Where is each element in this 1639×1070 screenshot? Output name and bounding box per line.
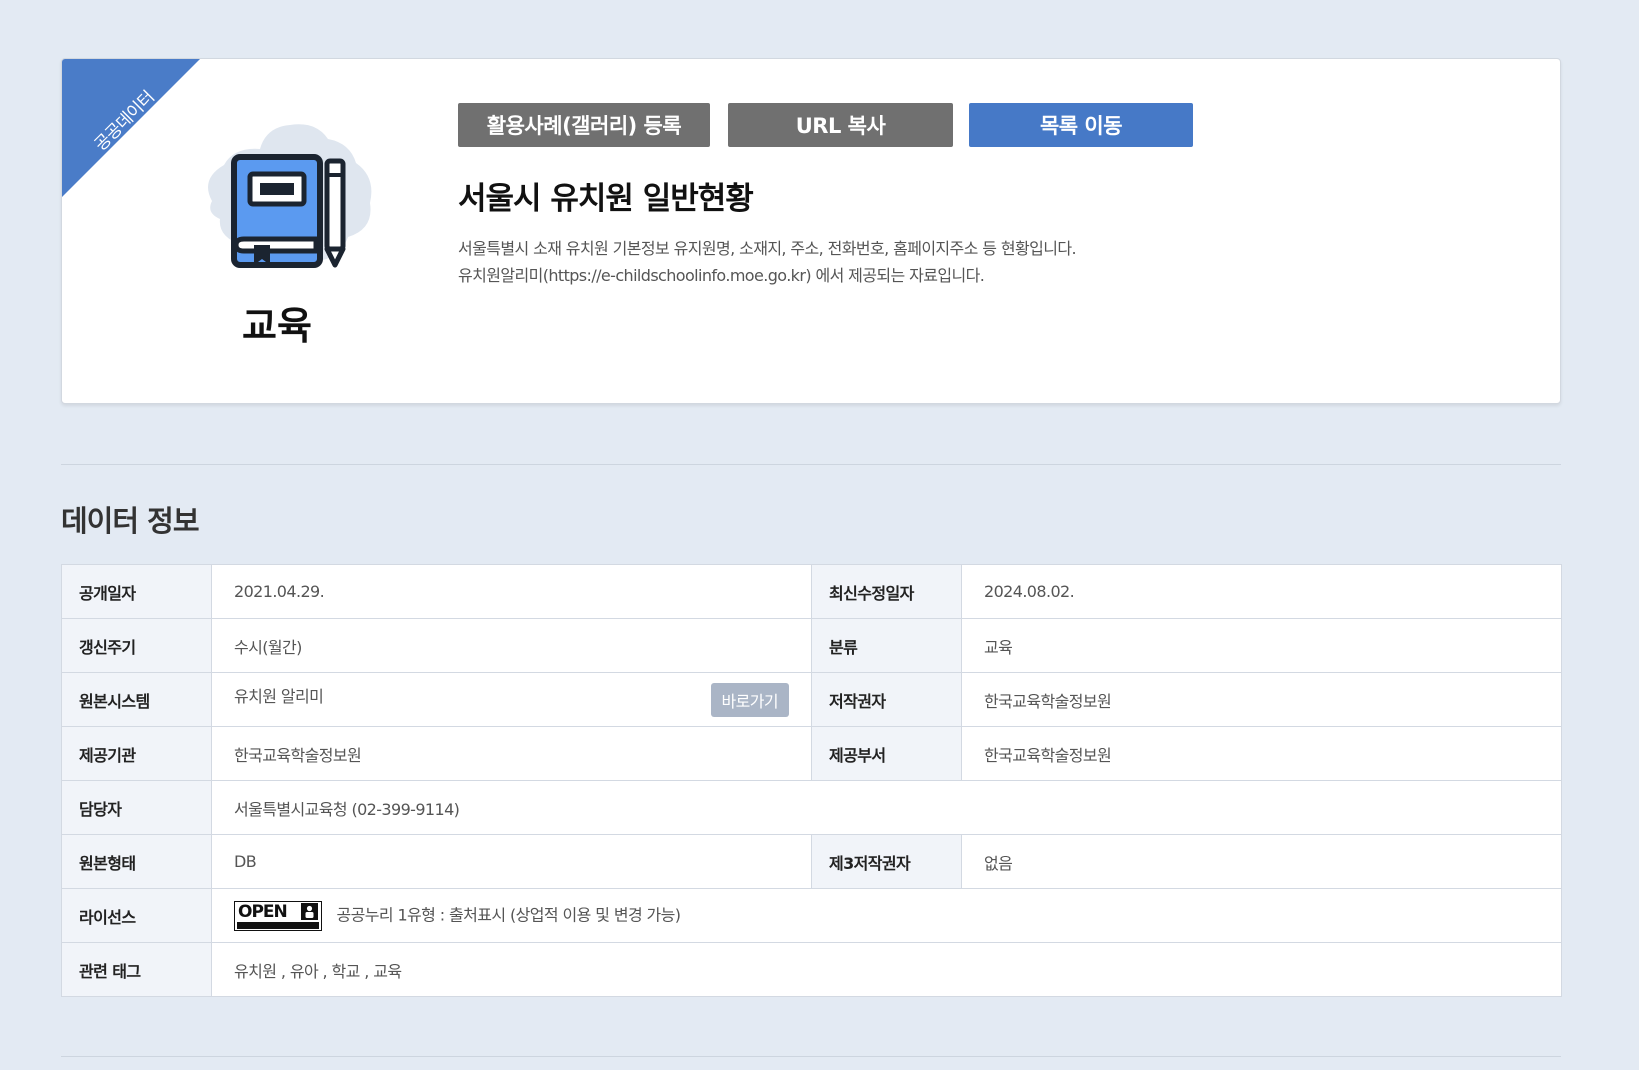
description-line: 유치원알리미(https://e-childschoolinfo.moe.go.… — [458, 266, 985, 285]
row-value: 서울특별시교육청 (02-399-9114) — [211, 780, 1562, 835]
table-row: 원본형태 DB 제3저작권자 없음 — [61, 834, 1562, 889]
row-label: 공개일자 — [61, 564, 212, 619]
book-pencil-icon — [208, 124, 372, 268]
row-value: 없음 — [961, 834, 1562, 889]
copy-url-button[interactable]: URL 복사 — [728, 103, 953, 147]
row-label: 관련 태그 — [61, 942, 212, 997]
row-label: 원본형태 — [61, 834, 212, 889]
dataset-summary-card: 공공데이터 교육 활용사례(갤러리) 등록 URL 복사 목록 이동 서울시 유… — [61, 58, 1561, 404]
row-value: DB — [211, 834, 812, 889]
row-value: 한국교육학술정보원 — [961, 726, 1562, 781]
row-label: 라이선스 — [61, 888, 212, 943]
row-label: 저작권자 — [811, 672, 962, 727]
shortcut-button[interactable]: 바로가기 — [710, 682, 789, 717]
row-label: 제공부서 — [811, 726, 962, 781]
row-label: 분류 — [811, 618, 962, 673]
row-value: 유치원 알리미 — [234, 686, 324, 706]
bottom-divider — [61, 1056, 1561, 1057]
row-value: 한국교육학술정보원 — [211, 726, 812, 781]
dataset-title: 서울시 유치원 일반현황 — [458, 181, 754, 217]
row-label: 최신수정일자 — [811, 564, 962, 619]
row-label: 담당자 — [61, 780, 212, 835]
section-title: 데이터 정보 — [61, 504, 199, 538]
section-divider — [61, 464, 1561, 465]
row-label: 제3저작권자 — [811, 834, 962, 889]
table-row: 제공기관 한국교육학술정보원 제공부서 한국교육학술정보원 — [61, 726, 1562, 781]
table-row: 원본시스템 유치원 알리미 바로가기 저작권자 한국교육학술정보원 — [61, 672, 1562, 727]
license-cell: OPEN 공공누리 1유형 : 출처표시 (상업적 이용 및 변경 가능) — [211, 888, 1562, 943]
tags-value: 유치원 , 유아 , 학교 , 교육 — [211, 942, 1562, 997]
table-row: 공개일자 2021.04.29. 최신수정일자 2024.08.02. — [61, 564, 1562, 619]
row-label: 제공기관 — [61, 726, 212, 781]
row-value: 교육 — [961, 618, 1562, 673]
table-row: 라이선스 OPEN 공공누리 1유형 : 출처표시 (상업적 이용 및 변경 가… — [61, 888, 1562, 943]
table-row: 갱신주기 수시(월간) 분류 교육 — [61, 618, 1562, 673]
open-license-logo: OPEN — [234, 900, 322, 931]
source-system-cell: 유치원 알리미 바로가기 — [211, 672, 812, 727]
row-value: 2024.08.02. — [961, 564, 1562, 619]
go-to-list-button[interactable]: 목록 이동 — [969, 103, 1193, 147]
open-badge-text: OPEN — [238, 901, 288, 922]
attribution-icon — [301, 903, 318, 921]
row-value: 한국교육학술정보원 — [961, 672, 1562, 727]
gallery-register-button[interactable]: 활용사례(갤러리) 등록 — [458, 103, 710, 147]
dataset-description: 서울특별시 소재 유치원 기본정보 유지원명, 소재지, 주소, 전화번호, 홈… — [458, 235, 1077, 289]
description-line: 서울특별시 소재 유치원 기본정보 유지원명, 소재지, 주소, 전화번호, 홈… — [458, 239, 1077, 258]
row-value: 수시(월간) — [211, 618, 812, 673]
table-row: 담당자 서울특별시교육청 (02-399-9114) — [61, 780, 1562, 835]
row-label: 원본시스템 — [61, 672, 212, 727]
data-info-table: 공개일자 2021.04.29. 최신수정일자 2024.08.02. 갱신주기… — [61, 564, 1562, 997]
row-value: 2021.04.29. — [211, 564, 812, 619]
license-text: 공공누리 1유형 : 출처표시 (상업적 이용 및 변경 가능) — [336, 905, 682, 924]
row-label: 갱신주기 — [61, 618, 212, 673]
category-label: 교육 — [242, 304, 312, 348]
table-row: 관련 태그 유치원 , 유아 , 학교 , 교육 — [61, 942, 1562, 997]
